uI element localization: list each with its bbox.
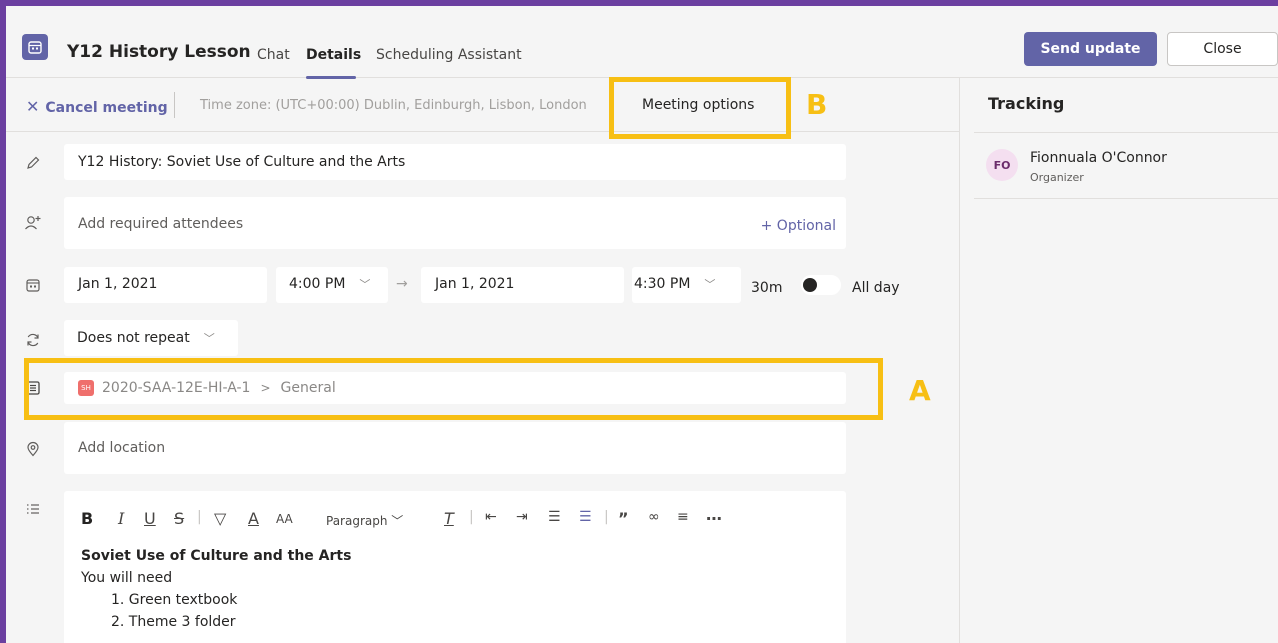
close-button[interactable]: Close [1167,32,1278,66]
avatar[interactable]: FO [986,149,1018,181]
chevron-down-icon: ﹀ [203,332,215,345]
start-time-dropdown[interactable]: 4:00 PM ﹀ [276,267,388,303]
increase-indent-icon[interactable]: ⇥ [516,509,528,525]
paragraph-dropdown[interactable]: Paragraph ﹀ [326,512,403,529]
chevron-down-icon: ﹀ [359,278,371,291]
annotation-label-a: A [909,374,931,407]
clear-formatting-icon[interactable]: T [444,509,454,528]
font-size-icon[interactable]: AA [276,512,293,526]
end-date-picker[interactable]: Jan 1, 2021 [421,267,624,303]
font-color-icon[interactable]: A [248,509,259,528]
meeting-header: Y12 History Lesson Chat Details Scheduli… [6,6,1278,79]
location-placeholder: Add location [78,440,166,456]
highlight-icon[interactable]: ▽ [214,509,226,528]
send-update-button[interactable]: Send update [1024,32,1157,66]
list-item: 2. Theme 3 folder [111,614,236,630]
numbered-list-icon[interactable]: ☰ [579,509,592,525]
toggle-knob [803,278,817,292]
attendees-placeholder: Add required attendees [78,216,244,232]
divider [974,198,1278,199]
tab-scheduling-assistant[interactable]: Scheduling Assistant [376,47,522,63]
timezone-selector[interactable]: Time zone: (UTC+00:00) Dublin, Edinburgh… [200,98,587,113]
meeting-title: Y12 History Lesson [67,42,251,62]
underline-icon[interactable]: U [144,509,156,528]
close-icon: ✕ [26,97,40,116]
link-icon[interactable]: ∞ [648,509,660,525]
tab-chat[interactable]: Chat [257,47,290,63]
annotation-label-b: B [806,88,828,121]
quote-icon[interactable]: ” [618,509,629,528]
toolbar-divider: | [604,509,609,525]
start-time-value: 4:00 PM [289,276,346,292]
end-time-value: 4:30 PM [634,276,691,292]
chevron-down-icon: ﹀ [704,278,716,291]
pencil-icon [24,154,42,172]
cancel-meeting-button[interactable]: ✕ Cancel meeting [26,97,168,116]
repeat-dropdown[interactable]: Does not repeat ﹀ [64,320,238,356]
add-optional-attendees-link[interactable]: + Optional [761,218,836,234]
arrow-right-icon: → [396,276,408,292]
toolbar-divider [174,92,175,118]
all-day-label: All day [852,280,900,296]
calendar-icon [24,276,42,294]
title-input[interactable]: Y12 History: Soviet Use of Culture and t… [64,144,846,180]
decrease-indent-icon[interactable]: ⇤ [485,509,497,525]
all-day-toggle[interactable] [801,275,841,295]
body-heading: Soviet Use of Culture and the Arts [81,548,352,564]
description-editor[interactable]: B I U S | ▽ A AA Paragraph ﹀ T | ⇤ ⇥ ☰ ☰… [64,491,846,643]
end-time-dropdown[interactable]: 4:30 PM ﹀ [632,267,741,303]
body-line: You will need [81,570,173,586]
attendees-input[interactable]: Add required attendees + Optional [64,197,846,249]
highlight-box-a [24,358,883,420]
repeat-value: Does not repeat [77,330,190,346]
align-icon[interactable]: ≡ [677,509,689,525]
paragraph-label: Paragraph [326,514,388,528]
more-options-icon[interactable]: ⋯ [706,509,722,528]
add-person-icon [24,214,42,232]
end-date-value: Jan 1, 2021 [435,276,515,292]
description-icon [24,500,42,518]
strikethrough-icon[interactable]: S [174,509,184,528]
list-item: 1. Green textbook [111,592,238,608]
divider [974,132,1278,133]
location-input[interactable]: Add location [64,422,846,474]
italic-icon[interactable]: I [118,509,124,528]
duration-label: 30m [751,280,783,296]
tracking-pane: Tracking FO Fionnuala O'Connor Organizer [959,78,1278,643]
toolbar-divider: | [469,509,474,525]
calendar-app-icon [22,34,48,60]
tracking-title: Tracking [988,94,1065,113]
location-pin-icon [24,440,42,458]
attendee-role: Organizer [1030,171,1084,184]
start-date-picker[interactable]: Jan 1, 2021 [64,267,267,303]
title-value: Y12 History: Soviet Use of Culture and t… [78,154,406,170]
bold-icon[interactable]: B [81,509,93,528]
start-date-value: Jan 1, 2021 [78,276,158,292]
attendee-name: Fionnuala O'Connor [1030,150,1167,166]
tab-details[interactable]: Details [306,47,361,63]
cancel-meeting-label: Cancel meeting [45,100,168,116]
toolbar-divider: | [197,509,202,525]
bullet-list-icon[interactable]: ☰ [548,509,561,525]
highlight-box-b [609,77,791,139]
repeat-icon [24,331,42,349]
